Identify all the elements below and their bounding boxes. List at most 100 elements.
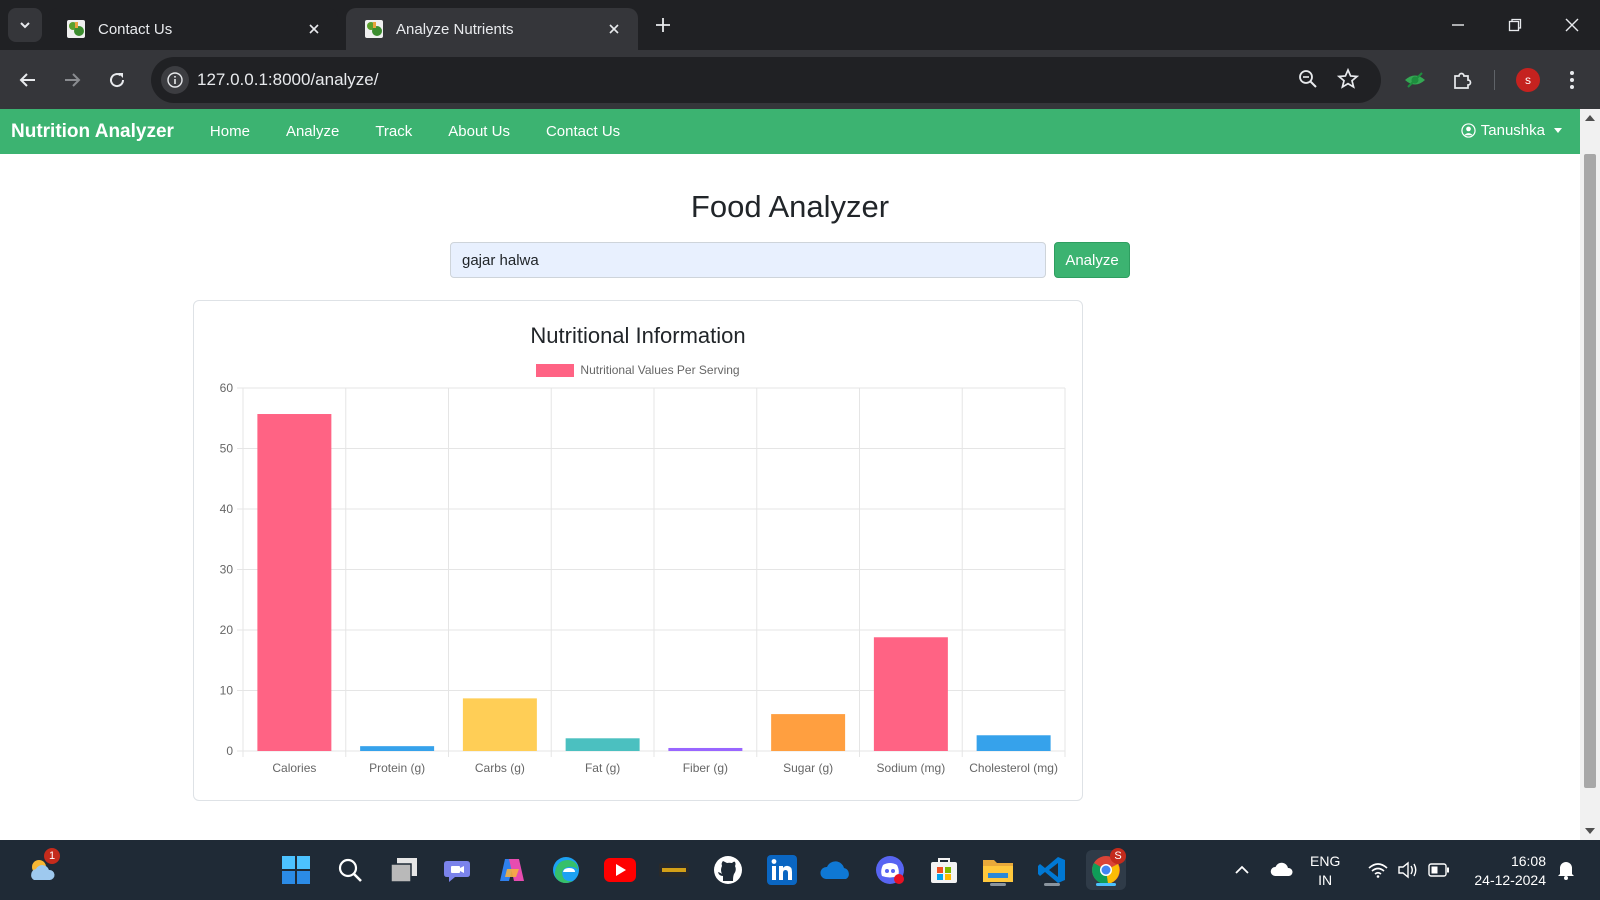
close-tab-icon[interactable] [604, 19, 624, 39]
tray-battery[interactable] [1426, 840, 1452, 900]
extension-eye-icon[interactable] [1399, 64, 1431, 96]
y-tick-label: 10 [220, 684, 234, 698]
restore-button[interactable] [1486, 0, 1543, 50]
site-info-icon[interactable] [161, 66, 189, 94]
nav-link-about-us[interactable]: About Us [448, 123, 510, 140]
x-tick-label: Carbs (g) [475, 761, 525, 775]
edge-browser-app[interactable] [546, 850, 586, 890]
nav-link-contact-us[interactable]: Contact Us [546, 123, 620, 140]
windows-logo-icon [282, 856, 310, 884]
close-window-button[interactable] [1543, 0, 1600, 50]
scrollbar-thumb[interactable] [1584, 154, 1596, 788]
store-bag-icon [931, 858, 957, 883]
tray-onedrive[interactable] [1268, 840, 1296, 900]
site-favicon-icon [67, 20, 85, 38]
wifi-icon [1368, 863, 1388, 878]
github-icon [714, 856, 742, 884]
weather-widget[interactable]: 1 [22, 848, 62, 890]
user-dropdown[interactable]: Tanushka [1461, 122, 1562, 139]
close-tab-icon[interactable] [304, 19, 324, 39]
discord-app[interactable] [870, 850, 910, 890]
start-button[interactable] [276, 850, 316, 890]
bar-sugar-g [771, 714, 846, 751]
task-view-button[interactable] [384, 850, 424, 890]
x-tick-label: Cholesterol (mg) [969, 761, 1058, 775]
linkedin-app[interactable] [762, 850, 802, 890]
window-controls [1429, 0, 1600, 50]
page-title: Food Analyzer [690, 189, 890, 224]
microsoft-store-app[interactable] [924, 850, 964, 890]
back-button[interactable] [12, 64, 44, 96]
github-app[interactable] [708, 850, 748, 890]
plus-icon [656, 18, 670, 32]
clock-date: 24-12-2024 [1474, 872, 1546, 888]
x-tick-label: Sugar (g) [783, 761, 833, 775]
bar-fat-g [565, 738, 640, 751]
nav-link-home[interactable]: Home [210, 123, 250, 140]
language-code: ENG [1310, 853, 1341, 869]
new-tab-button[interactable] [650, 12, 676, 38]
scroll-down-arrow-icon[interactable] [1585, 828, 1595, 834]
nav-link-track[interactable]: Track [375, 123, 412, 140]
running-indicator [990, 883, 1006, 886]
teams-app[interactable] [438, 850, 478, 890]
system-clock[interactable]: 16:08 24-12-2024 [1462, 852, 1546, 890]
food-search-input[interactable] [450, 242, 1046, 278]
college-logo-icon [659, 863, 689, 877]
college-app[interactable] [654, 850, 694, 890]
discord-icon [876, 856, 904, 884]
tab-search-button[interactable] [8, 8, 42, 42]
chrome-app[interactable]: S [1086, 848, 1126, 890]
tab-title: Contact Us [98, 20, 173, 38]
bookmark-star-icon[interactable] [1336, 67, 1360, 95]
page-scrollbar[interactable] [1580, 109, 1600, 840]
analyze-button[interactable]: Analyze [1054, 242, 1130, 278]
reload-icon [110, 73, 125, 88]
show-hidden-icons-button[interactable] [1230, 840, 1254, 900]
brand-logo[interactable]: Nutrition Analyzer [11, 121, 174, 143]
x-tick-label: Protein (g) [369, 761, 425, 775]
copilot-app[interactable] [492, 850, 532, 890]
nav-link-analyze[interactable]: Analyze [286, 123, 339, 140]
chrome-profile-badge: S [1110, 848, 1126, 864]
youtube-app[interactable] [600, 850, 640, 890]
tab-title: Analyze Nutrients [396, 20, 514, 38]
chevron-down-icon [20, 22, 30, 29]
onedrive-cloud-icon [820, 861, 849, 879]
onedrive-app[interactable] [816, 850, 856, 890]
caret-down-icon [1554, 128, 1562, 133]
tab-contact-us[interactable]: Contact Us [48, 8, 338, 50]
clock-time: 16:08 [1510, 853, 1546, 869]
bar-fiber-g [668, 747, 743, 751]
vscode-app[interactable] [1032, 850, 1072, 890]
tray-volume[interactable] [1396, 840, 1420, 900]
bar-cholesterol-mg [976, 735, 1051, 751]
speaker-icon [1398, 861, 1417, 879]
battery-icon [1428, 863, 1449, 877]
scroll-up-arrow-icon[interactable] [1585, 115, 1595, 121]
y-tick-label: 0 [226, 744, 233, 758]
profile-avatar[interactable]: s [1516, 68, 1540, 92]
folder-icon [983, 860, 1013, 882]
forward-button[interactable] [56, 64, 88, 96]
taskbar-search-button[interactable] [330, 850, 370, 890]
x-tick-label: Fiber (g) [683, 761, 728, 775]
x-tick-label: Calories [272, 761, 316, 775]
chart-card: Nutritional Information Nutritional Valu… [193, 300, 1083, 801]
extensions-puzzle-icon[interactable] [1446, 64, 1478, 96]
browser-menu-icon[interactable] [1556, 64, 1588, 96]
running-indicator [1096, 883, 1116, 886]
address-bar[interactable]: 127.0.0.1:8000/analyze/ [151, 57, 1381, 103]
notifications-button[interactable] [1554, 840, 1578, 900]
y-tick-label: 40 [220, 502, 234, 516]
tab-analyze-nutrients[interactable]: Analyze Nutrients [346, 8, 638, 50]
reload-button[interactable] [101, 64, 133, 96]
toolbar-separator [1494, 70, 1495, 90]
minimize-button[interactable] [1429, 0, 1486, 50]
input-language-indicator[interactable]: ENG IN [1310, 852, 1340, 890]
file-explorer-app[interactable] [978, 850, 1018, 890]
running-indicator [1044, 883, 1060, 886]
tray-wifi[interactable] [1366, 840, 1390, 900]
minimize-icon [1451, 24, 1464, 26]
zoom-icon[interactable] [1297, 68, 1319, 95]
